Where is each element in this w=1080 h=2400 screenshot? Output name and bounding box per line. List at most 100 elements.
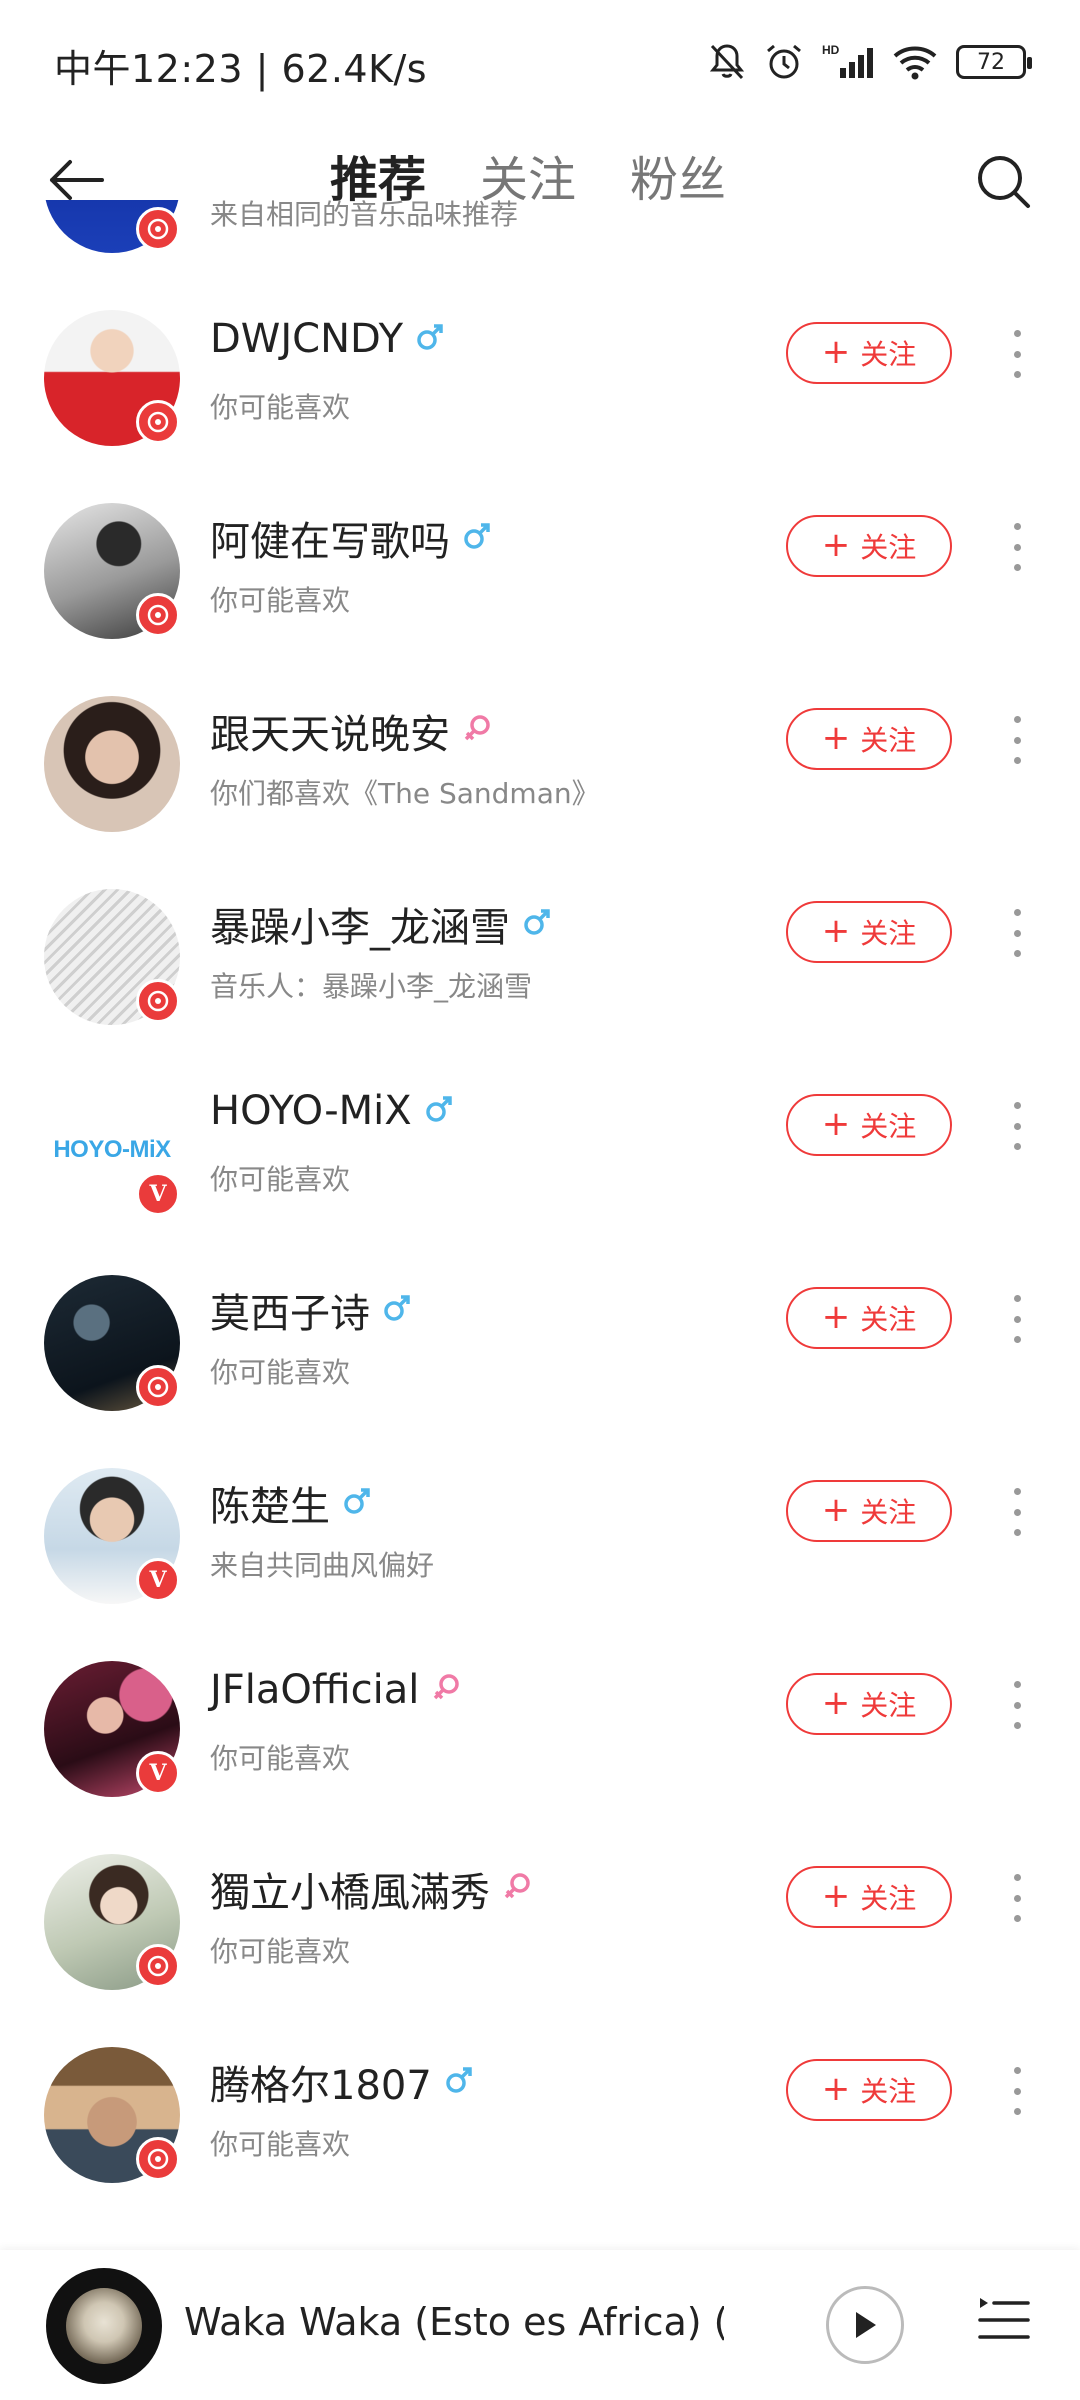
more-options-icon[interactable] — [1002, 716, 1032, 764]
list-item[interactable]: 暴躁小李_龙涵雪 音乐人：暴躁小李_龙涵雪 + 关注 — [0, 837, 1080, 1030]
follow-button[interactable]: + 关注 — [786, 1866, 952, 1928]
music-badge-icon — [136, 593, 180, 637]
follow-button[interactable]: + 关注 — [786, 901, 952, 963]
list-item[interactable]: DWJCNDY 你可能喜欢 + 关注 — [0, 258, 1080, 451]
more-options-icon[interactable] — [1002, 330, 1032, 378]
user-subtitle: 来自相同的音乐品味推荐 — [210, 200, 519, 231]
recommend-user-list: 来自相同的音乐品味推荐 + 关注 DWJCNDY 你可能喜欢 + 关注 — [0, 200, 1080, 2250]
follow-label: 关注 — [860, 1882, 917, 1915]
plus-icon: + — [821, 1103, 851, 1144]
follow-button[interactable]: + 关注 — [786, 2059, 952, 2121]
user-subtitle: 音乐人：暴躁小李_龙涵雪 — [210, 970, 533, 1003]
status-icons: HD 72 — [708, 38, 1032, 86]
user-name-line: JFlaOfficial — [210, 1667, 461, 1713]
user-name: 陈楚生 — [210, 1484, 330, 1530]
male-icon — [522, 907, 552, 941]
list-item[interactable]: V 陈楚生 来自共同曲风偏好 + 关注 — [0, 1416, 1080, 1609]
list-item[interactable]: 阿健在写歌吗 你可能喜欢 + 关注 — [0, 451, 1080, 644]
male-icon — [462, 521, 492, 555]
male-icon — [424, 1094, 454, 1128]
user-name-line: 獨立小橋風滿秀 — [210, 1860, 532, 1918]
user-name: 莫西子诗 — [210, 1291, 370, 1337]
user-name-line: 阿健在写歌吗 — [210, 509, 492, 567]
user-subtitle: 来自共同曲风偏好 — [210, 1549, 435, 1582]
male-icon — [415, 322, 445, 356]
follow-label: 关注 — [860, 2075, 917, 2108]
follow-button[interactable]: + 关注 — [786, 515, 952, 577]
follow-button[interactable]: + 关注 — [786, 1480, 952, 1542]
plus-icon: + — [821, 1682, 851, 1723]
male-icon — [342, 1486, 372, 1520]
follow-button[interactable]: + 关注 — [786, 1094, 952, 1156]
more-options-icon[interactable] — [1002, 1488, 1032, 1536]
user-name-line: DWJCNDY — [210, 316, 445, 362]
back-arrow-icon — [50, 160, 104, 200]
avatar[interactable] — [44, 696, 180, 832]
list-item[interactable]: V JFlaOfficial 你可能喜欢 + 关注 — [0, 1609, 1080, 1802]
music-badge-icon — [136, 400, 180, 444]
follow-button[interactable]: + 关注 — [786, 1673, 952, 1735]
mini-player[interactable]: Waka Waka (Esto es Africa) (… — [0, 2250, 1080, 2400]
follow-label: 关注 — [860, 1689, 917, 1722]
more-options-icon[interactable] — [1002, 1102, 1032, 1150]
follow-label: 关注 — [860, 338, 917, 371]
more-options-icon[interactable] — [1002, 1874, 1032, 1922]
list-item[interactable]: 莫西子诗 你可能喜欢 + 关注 — [0, 1223, 1080, 1416]
status-bar: 中午12:23 | 62.4K/s HD 72 — [0, 0, 1080, 120]
music-badge-icon — [136, 1944, 180, 1988]
album-disc[interactable] — [46, 2268, 162, 2384]
user-subtitle: 你可能喜欢 — [210, 391, 351, 424]
verified-badge-icon: V — [136, 1751, 180, 1795]
user-name: 跟天天说晚安 — [210, 712, 450, 758]
hoyo-mix-logo: HOYO-MiX — [53, 1136, 171, 1163]
more-options-icon[interactable] — [1002, 523, 1032, 571]
more-options-icon[interactable] — [1002, 909, 1032, 957]
list-item[interactable]: 腾格尔1807 你可能喜欢 + 关注 — [0, 1995, 1080, 2188]
user-subtitle: 你可能喜欢 — [210, 1163, 351, 1196]
user-subtitle: 你们都喜欢《The Sandman》 — [210, 777, 600, 810]
more-options-icon[interactable] — [1002, 1295, 1032, 1343]
song-title[interactable]: Waka Waka (Esto es Africa) (… — [184, 2300, 724, 2344]
music-badge-icon — [136, 1365, 180, 1409]
battery-icon: 72 — [956, 45, 1032, 79]
plus-icon: + — [821, 2068, 851, 2109]
list-item[interactable]: 来自相同的音乐品味推荐 + 关注 — [0, 200, 1080, 258]
more-options-icon[interactable] — [1002, 2067, 1032, 2115]
user-name: DWJCNDY — [210, 316, 404, 362]
follow-label: 关注 — [860, 531, 917, 564]
user-name: 暴躁小李_龙涵雪 — [210, 905, 510, 951]
user-name-line: 腾格尔1807 — [210, 2053, 474, 2111]
svg-text:HD: HD — [822, 43, 840, 57]
user-name: JFlaOfficial — [210, 1667, 420, 1713]
playlist-button[interactable] — [974, 2290, 1034, 2350]
user-name: 阿健在写歌吗 — [210, 519, 450, 565]
wifi-icon — [892, 44, 938, 80]
list-item[interactable]: HOYO-MiX V HOYO-MiX 你可能喜欢 + 关注 — [0, 1030, 1080, 1223]
follow-label: 关注 — [860, 1496, 917, 1529]
user-subtitle: 你可能喜欢 — [210, 1935, 351, 1968]
more-options-icon[interactable] — [1002, 1681, 1032, 1729]
follow-button[interactable]: + 关注 — [786, 322, 952, 384]
user-name-line: 跟天天说晚安 — [210, 702, 492, 760]
female-icon — [431, 1672, 461, 1708]
music-badge-icon — [136, 207, 180, 251]
user-subtitle: 你可能喜欢 — [210, 1356, 351, 1389]
mute-bell-icon — [708, 42, 746, 82]
play-button[interactable] — [826, 2286, 904, 2364]
list-item[interactable]: 跟天天说晚安 你们都喜欢《The Sandman》 + 关注 — [0, 644, 1080, 837]
verified-badge-icon: V — [136, 1558, 180, 1602]
verified-badge-icon: V — [136, 1172, 180, 1216]
user-name-line: 暴躁小李_龙涵雪 — [210, 895, 552, 953]
status-time: 中午12:23 | 62.4K/s — [54, 47, 428, 91]
music-badge-icon — [136, 2137, 180, 2181]
user-subtitle: 你可能喜欢 — [210, 2128, 351, 2161]
playlist-icon — [978, 2298, 1030, 2339]
plus-icon: + — [821, 717, 851, 758]
follow-button[interactable]: + 关注 — [786, 1287, 952, 1349]
hd-signal-icon: HD — [822, 42, 874, 82]
follow-button[interactable]: + 关注 — [786, 708, 952, 770]
user-name: 獨立小橋風滿秀 — [210, 1870, 490, 1916]
plus-icon: + — [821, 1296, 851, 1337]
list-item[interactable]: 獨立小橋風滿秀 你可能喜欢 + 关注 — [0, 1802, 1080, 1995]
user-name: HOYO-MiX — [210, 1088, 412, 1134]
